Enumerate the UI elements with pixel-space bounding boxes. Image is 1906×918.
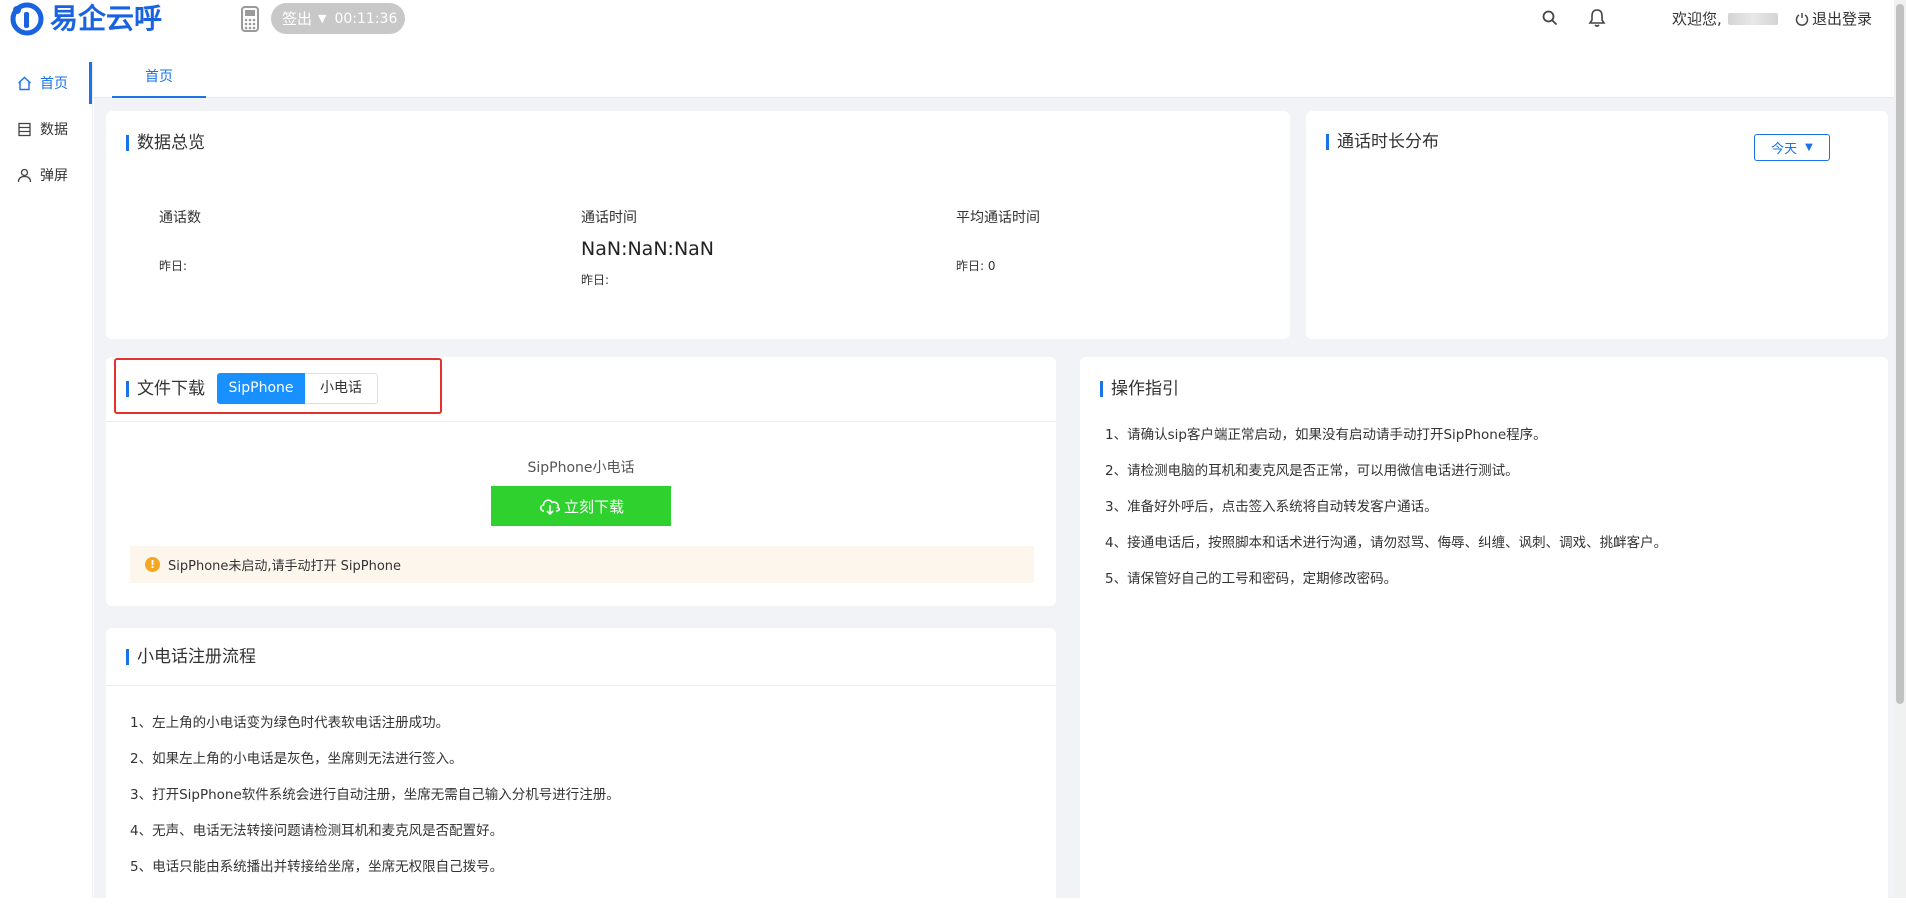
agent-status-label: 签出 bbox=[282, 10, 313, 28]
brand-logo-icon bbox=[10, 2, 44, 36]
stat-avg-time-label: 平均通话时间 bbox=[956, 210, 1040, 226]
username-redacted bbox=[1727, 12, 1778, 25]
home-icon bbox=[18, 76, 31, 90]
date-range-selected: 今天 bbox=[1771, 142, 1798, 157]
register-step: 2、如果左上角的小电话是灰色，坐席则无法进行签入。 bbox=[130, 751, 463, 767]
stat-call-count-yesterday: 昨日: bbox=[159, 259, 188, 273]
sipphone-warning: ! SipPhone未启动,请手动打开 SipPhone bbox=[130, 546, 1034, 583]
sidebar-item-label: 弹屏 bbox=[40, 168, 68, 184]
stat-call-time-yesterday: 昨日: bbox=[581, 273, 610, 287]
duration-title: 通话时长分布 bbox=[1326, 132, 1439, 152]
register-title: 小电话注册流程 bbox=[126, 647, 256, 667]
cloud-download-icon bbox=[539, 499, 561, 516]
stat-call-time-label: 通话时间 bbox=[581, 210, 637, 226]
guide-step: 2、请检测电脑的耳机和麦克风是否正常，可以用微信电话进行测试。 bbox=[1105, 463, 1519, 479]
top-bar: 易企云呼 签出 ▼ 00:11:36 欢迎您, 退出登录 bbox=[0, 0, 1906, 40]
search-icon[interactable] bbox=[1541, 9, 1559, 27]
sidebar-item-data[interactable]: 数据 bbox=[0, 106, 92, 152]
overview-card: 数据总览 通话数 昨日: 通话时间 NaN:NaN:NaN 昨日: 平均通话时间… bbox=[106, 111, 1290, 339]
register-step: 5、电话只能由系统播出并转接给坐席，坐席无权限自己拨号。 bbox=[130, 859, 504, 875]
softphone-status-icon[interactable] bbox=[241, 6, 259, 32]
stat-avg-time-yesterday: 昨日: 0 bbox=[956, 259, 996, 273]
download-now-button[interactable]: 立刻下载 bbox=[491, 486, 671, 526]
guide-title: 操作指引 bbox=[1100, 379, 1179, 399]
bell-icon[interactable] bbox=[1588, 8, 1606, 28]
status-timer: 00:11:36 bbox=[334, 10, 398, 27]
guide-step: 1、请确认sip客户端正常启动，如果没有启动请手动打开SipPhone程序。 bbox=[1105, 427, 1547, 443]
agent-status-dropdown[interactable]: 签出 ▼ 00:11:36 bbox=[271, 3, 405, 34]
power-icon bbox=[1795, 12, 1809, 26]
sidebar-item-label: 数据 bbox=[40, 122, 68, 138]
stat-call-time-value: NaN:NaN:NaN bbox=[581, 238, 715, 260]
download-divider bbox=[106, 421, 1056, 422]
welcome-text: 欢迎您, bbox=[1672, 10, 1722, 28]
caret-down-icon: ▼ bbox=[318, 12, 327, 25]
sidebar-item-home[interactable]: 首页 bbox=[0, 60, 92, 106]
brand-logo[interactable]: 易企云呼 bbox=[10, 2, 162, 36]
download-caption: SipPhone小电话 bbox=[527, 460, 635, 476]
page-scrollbar[interactable] bbox=[1894, 0, 1906, 898]
highlight-annotation bbox=[114, 358, 442, 414]
guide-step: 3、准备好外呼后，点击签入系统将自动转发客户通话。 bbox=[1105, 499, 1438, 515]
sidebar-item-label: 首页 bbox=[40, 76, 68, 92]
user-icon bbox=[17, 168, 32, 182]
guide-step: 4、接通电话后，按照脚本和话术进行沟通，请勿怼骂、侮辱、纠缠、讽刺、调戏、挑衅客… bbox=[1105, 535, 1668, 551]
date-range-dropdown[interactable]: 今天 ▼ bbox=[1754, 134, 1830, 161]
caret-down-icon: ▼ bbox=[1805, 142, 1813, 153]
warning-text: SipPhone未启动,请手动打开 SipPhone bbox=[168, 559, 402, 574]
logout-button[interactable]: 退出登录 bbox=[1795, 8, 1872, 29]
list-icon bbox=[18, 122, 31, 136]
register-step: 4、无声、电话无法转接问题请检测耳机和麦克风是否配置好。 bbox=[130, 823, 504, 839]
tab-home[interactable]: 首页 bbox=[112, 60, 206, 98]
register-divider bbox=[106, 685, 1056, 686]
stat-call-count-label: 通话数 bbox=[159, 210, 201, 226]
tab-bar: 首页 bbox=[94, 60, 1906, 98]
brand-name: 易企云呼 bbox=[50, 2, 163, 35]
download-now-label: 立刻下载 bbox=[563, 497, 624, 516]
register-step: 1、左上角的小电话变为绿色时代表软电话注册成功。 bbox=[130, 715, 450, 731]
guide-step: 5、请保管好自己的工号和密码，定期修改密码。 bbox=[1105, 571, 1398, 587]
sidebar-item-popup[interactable]: 弹屏 bbox=[0, 152, 92, 198]
overview-title: 数据总览 bbox=[126, 133, 205, 153]
scrollbar-thumb[interactable] bbox=[1896, 4, 1904, 704]
warning-icon: ! bbox=[145, 557, 160, 572]
sidebar: 首页 数据 弹屏 bbox=[0, 60, 93, 898]
logout-label: 退出登录 bbox=[1812, 10, 1873, 28]
welcome-user: 欢迎您, bbox=[1672, 8, 1778, 29]
register-step: 3、打开SipPhone软件系统会进行自动注册，坐席无需自己输入分机号进行注册。 bbox=[130, 787, 620, 803]
